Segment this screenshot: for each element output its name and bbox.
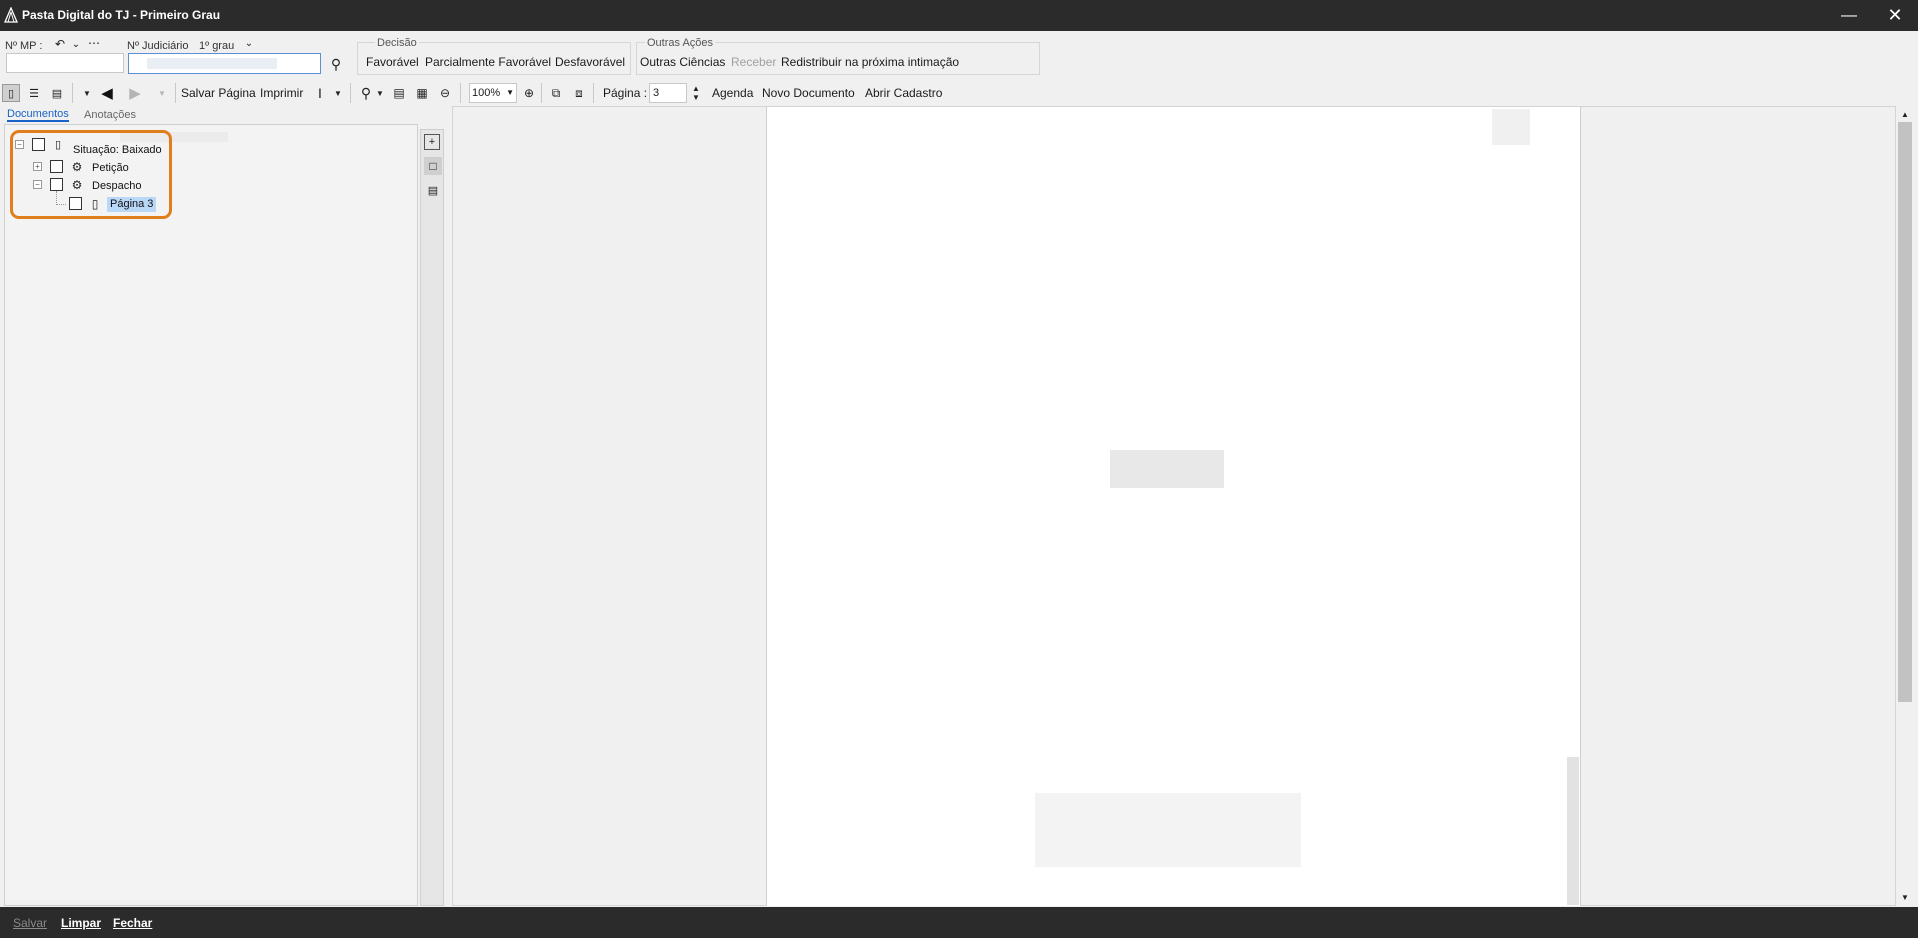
zoom-select[interactable]: 100% ▼: [469, 83, 517, 103]
pagina-label: Página :: [603, 86, 648, 100]
side-tool-strip: [420, 129, 444, 906]
pagina-spinner-icon[interactable]: ▲ ▼: [690, 83, 702, 103]
mp-number-input[interactable]: [6, 53, 124, 73]
previous-page-icon[interactable]: ◀: [97, 84, 117, 102]
desfavoravel-button[interactable]: Desfavorável: [555, 55, 625, 69]
toolbar-separator: [175, 83, 176, 103]
fit-width-icon[interactable]: ▤: [390, 84, 408, 102]
toolbar-separator: [350, 83, 351, 103]
redacted-content: [1492, 109, 1530, 145]
zoom-value: 100%: [472, 87, 501, 99]
close-icon: ✕: [1887, 5, 1903, 25]
outras-acoes-label: Outras Ações: [645, 37, 716, 49]
zoom-select-chevron-icon: ▼: [506, 88, 514, 97]
grau-chevron-down-icon[interactable]: ⌄: [243, 36, 255, 50]
list-layout-icon[interactable]: ▤: [48, 84, 66, 102]
rotate-page-icon[interactable]: ⧈: [570, 84, 588, 102]
imprimir-button[interactable]: Imprimir: [260, 86, 303, 100]
cursor-dropdown-icon[interactable]: ▼: [332, 86, 344, 100]
chevron-down-icon[interactable]: ⌄: [70, 37, 82, 51]
fit-page-icon[interactable]: ▦: [413, 84, 431, 102]
favoravel-button[interactable]: Favorável: [366, 55, 419, 69]
judiciario-number-input[interactable]: [128, 53, 321, 74]
action-bar: Salvar Limpar Fechar: [0, 907, 1918, 938]
toolbar-separator: [541, 83, 542, 103]
minimize-icon: —: [1841, 6, 1857, 24]
decisao-label: Decisão: [375, 37, 419, 49]
zoom-dropdown-icon[interactable]: ▼: [375, 86, 385, 100]
redacted-value: [147, 58, 277, 69]
text-cursor-icon[interactable]: I: [314, 84, 326, 102]
document-tree-panel: [4, 124, 418, 906]
salvar-button[interactable]: Salvar: [13, 916, 47, 930]
more-icon[interactable]: ⋯: [87, 36, 101, 50]
limpar-button[interactable]: Limpar: [61, 916, 101, 930]
redacted-margin: [1567, 757, 1579, 905]
next-page-icon[interactable]: ▶: [125, 84, 145, 102]
scroll-up-icon[interactable]: ▲: [1898, 107, 1912, 121]
copy-page-icon[interactable]: ⧉: [547, 84, 565, 102]
toolbar-separator: [460, 83, 461, 103]
close-button[interactable]: ✕: [1872, 0, 1918, 31]
toolbar-separator: [72, 83, 73, 103]
tree-view-toggle[interactable]: ▯: [2, 84, 20, 102]
abrir-cadastro-button[interactable]: Abrir Cadastro: [865, 86, 942, 100]
search-icon[interactable]: ⚲: [327, 55, 345, 73]
app-icon: [4, 7, 18, 23]
mp-label: Nº MP :: [5, 40, 43, 52]
salvar-pagina-button[interactable]: Salvar Página: [181, 86, 256, 100]
toolbar-separator: [593, 83, 594, 103]
title-bar: Pasta Digital do TJ - Primeiro Grau — ✕: [0, 0, 1918, 31]
redistribuir-button[interactable]: Redistribuir na próxima intimação: [781, 55, 959, 69]
add-note-icon[interactable]: +: [424, 134, 440, 150]
scroll-down-icon[interactable]: ▼: [1898, 890, 1912, 904]
outras-ciencias-button[interactable]: Outras Ciências: [640, 55, 725, 69]
zoom-search-icon[interactable]: ⚲: [357, 84, 375, 102]
note-icon[interactable]: □: [424, 157, 442, 175]
scrollbar-thumb[interactable]: [1898, 122, 1912, 702]
agenda-button[interactable]: Agenda: [712, 86, 753, 100]
grau-select[interactable]: 1º grau: [199, 40, 234, 52]
tab-documentos[interactable]: Documentos: [7, 108, 69, 122]
zoom-in-icon[interactable]: ⊕: [520, 84, 538, 102]
parcialmente-favoravel-button[interactable]: Parcialmente Favorável: [425, 55, 551, 69]
window-title: Pasta Digital do TJ - Primeiro Grau: [22, 8, 221, 22]
tab-anotacoes[interactable]: Anotações: [84, 109, 136, 121]
history-dropdown-icon[interactable]: ▼: [80, 86, 94, 100]
judiciario-label: Nº Judiciário: [127, 40, 189, 52]
note-list-icon[interactable]: ▤: [424, 180, 442, 200]
fechar-button[interactable]: Fechar: [113, 916, 152, 930]
redacted-footer: [1035, 793, 1301, 867]
document-page: [766, 107, 1581, 906]
redacted-signature: [1110, 450, 1224, 488]
minimize-button[interactable]: —: [1826, 0, 1872, 31]
undo-icon[interactable]: ↶: [53, 37, 67, 51]
tree-layout-icon[interactable]: ☰: [25, 84, 43, 102]
highlight-annotation: [10, 130, 172, 219]
pagina-input[interactable]: 3: [649, 83, 687, 103]
zoom-out-icon[interactable]: ⊖: [436, 84, 454, 102]
receber-button[interactable]: Receber: [731, 55, 776, 69]
novo-documento-button[interactable]: Novo Documento: [762, 86, 855, 100]
document-tree-icon: ▯: [7, 87, 15, 100]
forward-dropdown-icon[interactable]: ▼: [155, 86, 169, 100]
